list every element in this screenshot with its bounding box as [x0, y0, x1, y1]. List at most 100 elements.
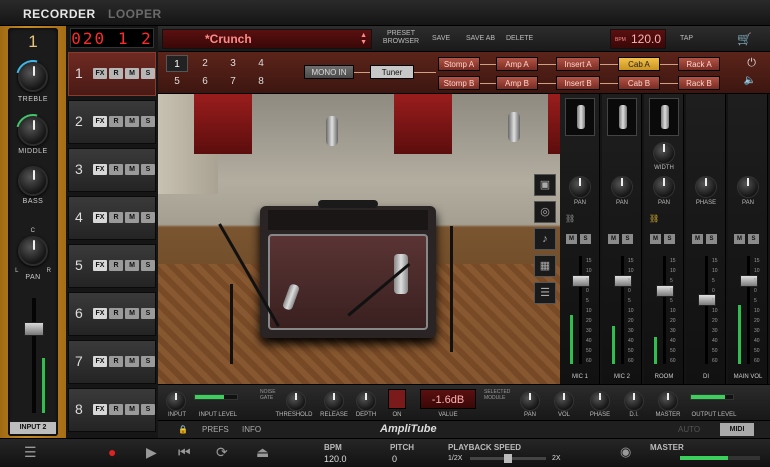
mute-button[interactable]: M — [692, 234, 703, 244]
tap-button[interactable]: TAP — [680, 35, 693, 43]
track-rec-button[interactable]: R — [109, 164, 123, 175]
save-ab-button[interactable]: SAVE AB — [466, 35, 495, 43]
phase-knob[interactable] — [695, 176, 717, 198]
bass-knob[interactable] — [18, 166, 48, 196]
module-di-knob[interactable] — [624, 391, 644, 411]
release-knob[interactable] — [324, 391, 344, 411]
chain-slot-6[interactable]: 6 — [194, 73, 216, 90]
mute-button[interactable]: M — [650, 234, 661, 244]
track-fx-button[interactable]: FX — [93, 260, 107, 271]
rack-a-box[interactable]: Rack A — [678, 57, 720, 71]
master-knob-icon[interactable]: ◉ — [620, 444, 631, 460]
track-solo-button[interactable]: S — [141, 404, 155, 415]
insert-b-box[interactable]: Insert B — [556, 76, 600, 90]
track-mute-button[interactable]: M — [125, 116, 139, 127]
fader-cap[interactable] — [24, 322, 44, 336]
track-fx-button[interactable]: FX — [93, 164, 107, 175]
preset-browser-button[interactable]: PRESET BROWSER — [380, 30, 422, 46]
record-icon[interactable]: ● — [108, 444, 116, 460]
pan-knob[interactable] — [737, 176, 759, 198]
metronome-icon[interactable]: ⏏ — [256, 444, 269, 461]
cart-icon[interactable]: 🛒 — [737, 32, 752, 46]
track-solo-button[interactable]: S — [141, 260, 155, 271]
track-row-6[interactable]: 6FXRMS — [68, 292, 156, 336]
room-mic[interactable] — [508, 112, 520, 142]
pan-knob[interactable] — [18, 236, 48, 266]
input-select-button[interactable]: INPUT 2 — [10, 422, 56, 434]
track-rec-button[interactable]: R — [109, 404, 123, 415]
chain-slot-2[interactable]: 2 — [194, 55, 216, 72]
track-mute-button[interactable]: M — [125, 404, 139, 415]
track-solo-button[interactable]: S — [141, 68, 155, 79]
track-rec-button[interactable]: R — [109, 116, 123, 127]
middle-knob[interactable] — [18, 116, 48, 146]
track-solo-button[interactable]: S — [141, 308, 155, 319]
save-button[interactable]: SAVE — [432, 35, 450, 43]
link-icon[interactable]: ⛓ — [565, 214, 575, 224]
mute-button[interactable]: M — [734, 234, 745, 244]
track-row-8[interactable]: 8FXRMS — [68, 388, 156, 432]
link-icon[interactable]: ⛓ — [649, 214, 659, 224]
chain-slot-4[interactable]: 4 — [250, 55, 272, 72]
chain-slot-7[interactable]: 7 — [222, 73, 244, 90]
treble-knob[interactable] — [18, 62, 48, 92]
threshold-knob[interactable] — [286, 391, 306, 411]
rack-b-box[interactable]: Rack B — [678, 76, 720, 90]
depth-knob[interactable] — [356, 391, 376, 411]
solo-button[interactable]: S — [580, 234, 591, 244]
track-volume-fader[interactable] — [20, 298, 48, 418]
mixer-view-icon[interactable]: ☰ — [534, 282, 556, 304]
power-icon[interactable]: ⏻ — [747, 57, 756, 70]
mute-button[interactable]: M — [608, 234, 619, 244]
input-knob[interactable] — [166, 391, 186, 411]
track-rec-button[interactable]: R — [109, 356, 123, 367]
menu-icon[interactable]: ☰ — [24, 444, 37, 461]
mic-thumbnail[interactable] — [649, 98, 679, 136]
insert-a-box[interactable]: Insert A — [556, 57, 600, 71]
amp-a-box[interactable]: Amp A — [496, 57, 538, 71]
solo-button[interactable]: S — [748, 234, 759, 244]
cab-b-box[interactable]: Cab B — [618, 76, 660, 90]
cab-a-box[interactable]: Cab A — [618, 57, 660, 71]
track-row-2[interactable]: 2FXRMS — [68, 100, 156, 144]
stomp-a-box[interactable]: Stomp A — [438, 57, 480, 71]
solo-button[interactable]: S — [664, 234, 675, 244]
track-solo-button[interactable]: S — [141, 356, 155, 367]
track-solo-button[interactable]: S — [141, 164, 155, 175]
track-mute-button[interactable]: M — [125, 260, 139, 271]
gate-on-button[interactable] — [388, 389, 406, 409]
pitch-value[interactable]: 0 — [392, 454, 397, 464]
solo-button[interactable]: S — [622, 234, 633, 244]
width-knob[interactable] — [653, 142, 675, 164]
pan-knob[interactable] — [569, 176, 591, 198]
stomp-b-box[interactable]: Stomp B — [438, 76, 480, 90]
bpm-display[interactable]: BPM 120.0 — [610, 29, 666, 49]
midi-button[interactable]: MIDI — [720, 423, 754, 436]
track-fx-button[interactable]: FX — [93, 308, 107, 319]
mic-thumbnail[interactable] — [607, 98, 637, 136]
preset-name-field[interactable]: *Crunch ▲▼ — [162, 29, 372, 49]
tab-recorder[interactable]: RECORDER — [23, 7, 96, 21]
track-fx-button[interactable]: FX — [93, 404, 107, 415]
track-row-4[interactable]: 4FXRMS — [68, 196, 156, 240]
cube-view-icon[interactable]: ▣ — [534, 174, 556, 196]
speaker-icon[interactable]: 🔈 — [744, 75, 756, 86]
module-phase-knob[interactable] — [590, 391, 610, 411]
cabinet-view-icon[interactable]: ▦ — [534, 255, 556, 277]
amp-b-box[interactable]: Amp B — [496, 76, 538, 90]
prefs-button[interactable]: PREFS — [202, 425, 229, 434]
mic-view-icon[interactable]: ♪ — [534, 228, 556, 250]
module-vol-knob[interactable] — [554, 391, 574, 411]
transport-bpm-value[interactable]: 120.0 — [324, 454, 347, 464]
chain-slot-1[interactable]: 1 — [166, 55, 188, 72]
track-rec-button[interactable]: R — [109, 68, 123, 79]
track-fx-button[interactable]: FX — [93, 68, 107, 79]
track-fx-button[interactable]: FX — [93, 116, 107, 127]
preset-arrows-icon[interactable]: ▲▼ — [360, 32, 367, 46]
track-mute-button[interactable]: M — [125, 356, 139, 367]
delete-button[interactable]: DELETE — [506, 35, 533, 43]
track-rec-button[interactable]: R — [109, 308, 123, 319]
solo-button[interactable]: S — [706, 234, 717, 244]
tab-looper[interactable]: LOOPER — [108, 7, 162, 21]
chain-slot-5[interactable]: 5 — [166, 73, 188, 90]
